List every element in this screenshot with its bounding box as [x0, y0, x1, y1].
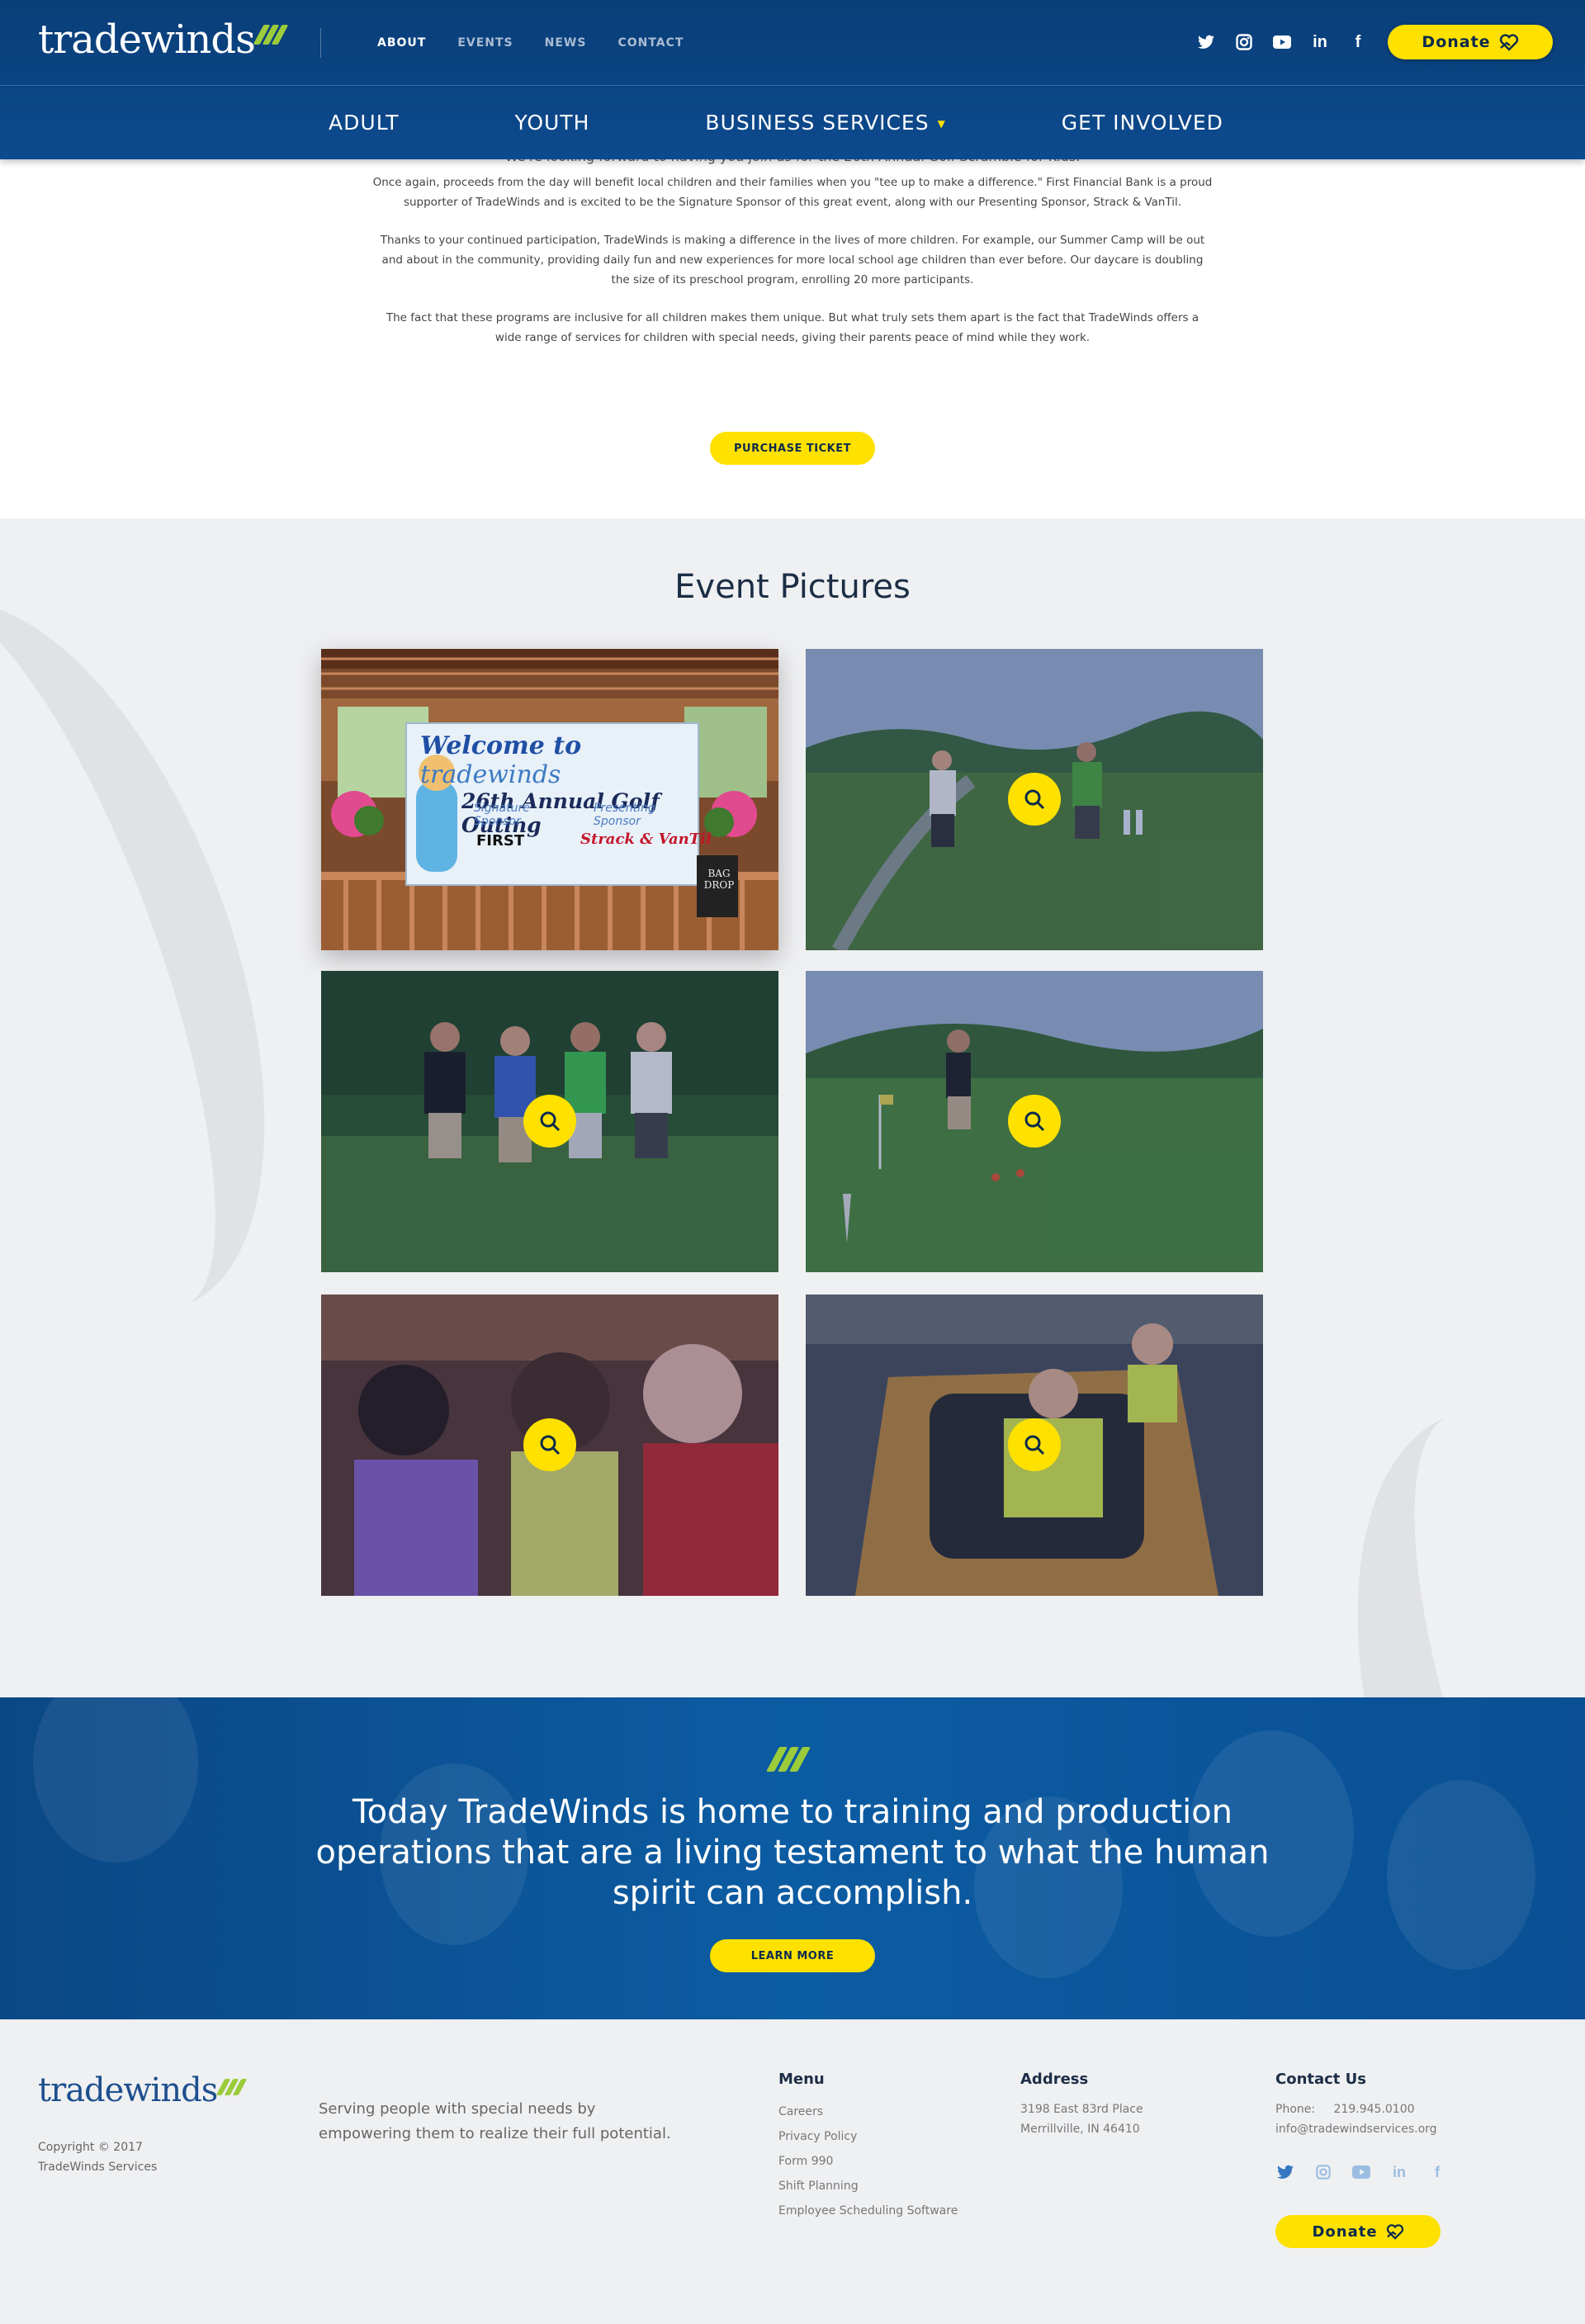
sign-signature: Signature Sponsor — [474, 802, 530, 828]
donate-button[interactable]: Donate — [1388, 25, 1553, 59]
main-nav-business-services[interactable]: BUSINESS SERVICES ▼ — [705, 111, 945, 135]
zoom-button[interactable] — [1008, 1095, 1061, 1148]
decorative-swoosh — [0, 547, 348, 1365]
top-bar: tradewinds ABOUT EVENTS NEWS CONTACT in … — [0, 0, 1585, 86]
zoom-button[interactable] — [1008, 773, 1061, 826]
heart-hand-icon — [1386, 2224, 1403, 2240]
event-photo[interactable] — [321, 1295, 778, 1596]
intro-section: We're looking forward to having you join… — [0, 149, 1585, 366]
logo-mark-icon — [215, 2079, 248, 2095]
sign-signature-name: FIRST — [476, 832, 525, 850]
logo-text: tradewinds — [38, 17, 256, 63]
top-nav: ABOUT EVENTS NEWS CONTACT — [377, 36, 684, 50]
footer-address: Address 3198 East 83rd Place Merrillvill… — [1020, 2071, 1143, 2139]
logo-text: tradewinds — [38, 2071, 218, 2109]
main-nav-get-involved[interactable]: GET INVOLVED — [1062, 111, 1223, 135]
event-photo[interactable] — [806, 649, 1263, 950]
zoom-button[interactable] — [523, 1095, 576, 1148]
facebook-icon[interactable]: f — [1428, 2163, 1446, 2181]
intro-paragraph: The fact that these programs are inclusi… — [386, 311, 1199, 344]
social-links: in f — [1197, 33, 1367, 51]
instagram-icon[interactable] — [1235, 33, 1253, 51]
twitter-icon[interactable] — [1276, 2163, 1294, 2181]
heart-hand-icon — [1499, 34, 1518, 51]
address-line: Merrillville, IN 46410 — [1020, 2123, 1140, 2136]
event-pictures-section: Event Pictures Welcome to tradewinds 26t… — [0, 518, 1585, 1697]
footer-social-links: in f — [1276, 2163, 1446, 2181]
donate-label: Donate — [1312, 2222, 1378, 2241]
learn-more-button[interactable]: LEARN MORE — [710, 1939, 875, 1972]
mission-banner: Today TradeWinds is home to training and… — [0, 1697, 1585, 2019]
sign-welcome: Welcome to — [420, 731, 582, 760]
search-icon — [1024, 789, 1045, 810]
twitter-icon[interactable] — [1197, 33, 1215, 51]
footer-contact-title: Contact Us — [1275, 2071, 1367, 2088]
footer-link-careers[interactable]: Careers — [778, 2099, 958, 2124]
linkedin-icon[interactable]: in — [1390, 2163, 1408, 2181]
search-icon — [1024, 1111, 1045, 1132]
event-photo[interactable] — [321, 971, 778, 1272]
caret-down-icon: ▼ — [937, 118, 946, 130]
site-header: tradewinds ABOUT EVENTS NEWS CONTACT in … — [0, 0, 1585, 159]
footer-link-privacy[interactable]: Privacy Policy — [778, 2124, 958, 2149]
youtube-icon[interactable] — [1273, 33, 1291, 51]
top-nav-about[interactable]: ABOUT — [377, 36, 426, 50]
event-photo[interactable] — [806, 971, 1263, 1272]
event-photo[interactable]: Welcome to tradewinds 26th Annual Golf O… — [321, 649, 778, 950]
zoom-button[interactable] — [523, 1418, 576, 1471]
linkedin-icon[interactable]: in — [1311, 33, 1329, 51]
main-nav: ADULT YOUTH BUSINESS SERVICES ▼ GET INVOL… — [0, 86, 1585, 159]
sign-presenting: Presenting Sponsor — [594, 802, 655, 828]
search-icon — [540, 1435, 561, 1455]
search-icon — [540, 1111, 561, 1132]
search-icon — [1024, 1435, 1045, 1455]
decorative-swoosh — [1270, 1351, 1585, 1697]
top-nav-events[interactable]: EVENTS — [457, 36, 513, 50]
footer-link-form-990[interactable]: Form 990 — [778, 2149, 958, 2174]
copyright: Copyright © 2017 TradeWinds Services — [38, 2137, 157, 2177]
address-line: 3198 East 83rd Place — [1020, 2103, 1143, 2116]
footer-link-scheduling[interactable]: Employee Scheduling Software — [778, 2199, 958, 2223]
footer-tagline: Serving people with special needs by emp… — [319, 2100, 671, 2142]
top-nav-news[interactable]: NEWS — [545, 36, 587, 50]
logo-mark-icon — [766, 1747, 811, 1772]
top-nav-contact[interactable]: CONTACT — [617, 36, 684, 50]
section-title: Event Pictures — [674, 568, 911, 606]
main-nav-business-label: BUSINESS SERVICES — [705, 111, 930, 135]
main-nav-adult[interactable]: ADULT — [329, 111, 399, 135]
footer-link-shift-planning[interactable]: Shift Planning — [778, 2174, 958, 2199]
main-nav-youth[interactable]: YOUTH — [514, 111, 589, 135]
background-photo-shape — [1387, 1780, 1535, 1970]
footer-contact: Contact Us Phone: 219.945.0100 info@trad… — [1275, 2071, 1437, 2139]
event-photo[interactable] — [806, 1295, 1263, 1596]
logo-mark-icon — [253, 25, 289, 45]
youtube-icon[interactable] — [1352, 2163, 1370, 2181]
copyright-line: TradeWinds Services — [38, 2161, 158, 2174]
mission-quote: Today TradeWinds is home to training and… — [315, 1793, 1270, 1912]
zoom-button[interactable] — [1008, 1418, 1061, 1471]
sign-brand: tradewinds — [420, 760, 561, 789]
background-photo-shape — [33, 1697, 198, 1863]
site-footer: tradewinds Copyright © 2017 TradeWinds S… — [0, 2019, 1585, 2324]
donate-label: Donate — [1422, 33, 1491, 51]
sign-presenting-name: Strack & VanTil — [580, 831, 712, 848]
intro-paragraph: Once again, proceeds from the day will b… — [372, 176, 1213, 209]
footer-menu-title: Menu — [778, 2071, 825, 2088]
email-link[interactable]: info@tradewindservices.org — [1275, 2119, 1437, 2139]
footer-menu: Menu Careers Privacy Policy Form 990 Shi… — [778, 2071, 958, 2223]
phone-label: Phone: — [1275, 2103, 1316, 2116]
divider — [320, 28, 321, 58]
sign-bag-drop: BAG DROP — [703, 868, 735, 891]
instagram-icon[interactable] — [1314, 2163, 1332, 2181]
purchase-ticket-button[interactable]: PURCHASE TICKET — [710, 432, 875, 465]
phone-number[interactable]: 219.945.0100 — [1334, 2103, 1415, 2116]
copyright-line: Copyright © 2017 — [38, 2141, 143, 2154]
footer-logo[interactable]: tradewinds — [38, 2071, 248, 2109]
footer-donate-button[interactable]: Donate — [1275, 2215, 1441, 2248]
site-logo[interactable]: tradewinds — [38, 17, 289, 63]
facebook-icon[interactable]: f — [1349, 33, 1367, 51]
footer-address-title: Address — [1020, 2071, 1089, 2088]
phone-line: Phone: 219.945.0100 — [1275, 2099, 1437, 2119]
intro-paragraph: Thanks to your continued participation, … — [380, 234, 1205, 286]
